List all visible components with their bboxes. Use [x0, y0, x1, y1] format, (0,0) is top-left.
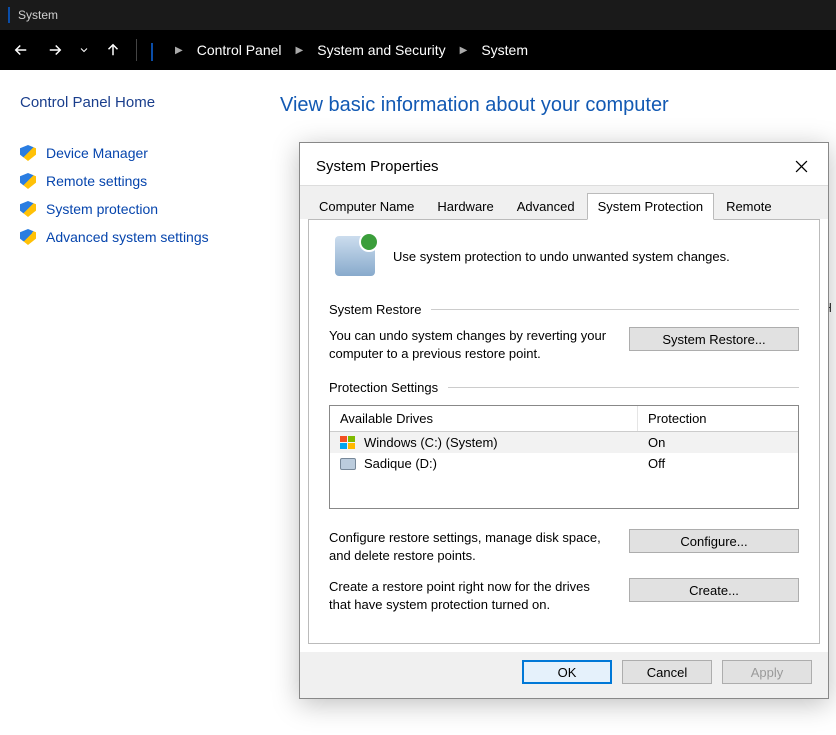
shield-icon [20, 173, 36, 189]
restore-description: You can undo system changes by reverting… [329, 327, 611, 362]
column-header-drives[interactable]: Available Drives [330, 406, 638, 431]
dialog-title: System Properties [316, 158, 439, 175]
drives-table[interactable]: Available Drives Protection Windows (C:)… [329, 405, 799, 509]
breadcrumb-computer-icon [151, 44, 167, 57]
sidebar-item-device-manager[interactable]: Device Manager [16, 139, 244, 167]
system-properties-dialog: System Properties Computer Name Hardware… [299, 142, 829, 699]
sidebar-item-label: Advanced system settings [46, 229, 209, 245]
sidebar-item-label: Remote settings [46, 173, 147, 189]
tab-system-protection[interactable]: System Protection [587, 193, 715, 220]
table-empty-space [330, 474, 798, 508]
nav-up-button[interactable] [98, 35, 128, 65]
control-panel-home-link[interactable]: Control Panel Home [16, 94, 244, 111]
tab-advanced[interactable]: Advanced [506, 193, 586, 219]
ok-button[interactable]: OK [522, 660, 612, 684]
drives-table-header: Available Drives Protection [330, 406, 798, 432]
dialog-titlebar[interactable]: System Properties [300, 143, 828, 185]
breadcrumb-item[interactable]: System [475, 38, 534, 62]
sidebar-item-remote-settings[interactable]: Remote settings [16, 167, 244, 195]
shield-icon [20, 201, 36, 217]
drive-name: Windows (C:) (System) [364, 435, 498, 450]
explorer-navbar: ▶ Control Panel ▶ System and Security ▶ … [0, 30, 836, 70]
divider [448, 387, 799, 388]
chevron-right-icon[interactable]: ▶ [173, 45, 185, 56]
sidebar-item-label: System protection [46, 201, 158, 217]
table-row[interactable]: Sadique (D:) Off [330, 453, 798, 474]
tab-computer-name[interactable]: Computer Name [308, 193, 425, 219]
nav-recent-dropdown[interactable] [74, 35, 94, 65]
breadcrumb-item[interactable]: System and Security [311, 38, 451, 62]
section-heading-label: Protection Settings [329, 380, 438, 395]
table-row[interactable]: Windows (C:) (System) On [330, 432, 798, 453]
create-description: Create a restore point right now for the… [329, 578, 611, 613]
page-title: View basic information about your comput… [280, 94, 816, 117]
windows-drive-icon [340, 436, 356, 450]
tab-hardware[interactable]: Hardware [426, 193, 504, 219]
system-protection-icon [335, 236, 375, 276]
column-header-protection[interactable]: Protection [638, 406, 798, 431]
nav-forward-button[interactable] [40, 35, 70, 65]
breadcrumb[interactable]: ▶ Control Panel ▶ System and Security ▶ … [145, 38, 534, 62]
sidebar-item-advanced-system-settings[interactable]: Advanced system settings [16, 223, 244, 251]
dialog-tabs: Computer Name Hardware Advanced System P… [300, 185, 828, 219]
nav-separator [136, 39, 137, 61]
tab-remote[interactable]: Remote [715, 193, 783, 219]
apply-button[interactable]: Apply [722, 660, 812, 684]
chevron-right-icon[interactable]: ▶ [458, 45, 470, 56]
divider [431, 309, 799, 310]
shield-icon [20, 145, 36, 161]
breadcrumb-item[interactable]: Control Panel [191, 38, 288, 62]
system-icon [8, 8, 10, 22]
create-restore-point-button[interactable]: Create... [629, 578, 799, 602]
configure-description: Configure restore settings, manage disk … [329, 529, 611, 564]
nav-back-button[interactable] [6, 35, 36, 65]
hard-drive-icon [340, 458, 356, 470]
section-system-restore: System Restore You can undo system chang… [329, 302, 799, 362]
cancel-button[interactable]: Cancel [622, 660, 712, 684]
sidebar-item-label: Device Manager [46, 145, 148, 161]
dialog-button-row: OK Cancel Apply [300, 652, 828, 698]
intro-text: Use system protection to undo unwanted s… [393, 249, 730, 264]
chevron-right-icon[interactable]: ▶ [294, 45, 306, 56]
sidebar: Control Panel Home Device Manager Remote… [0, 70, 260, 735]
drive-protection-status: Off [638, 453, 798, 474]
drive-protection-status: On [638, 432, 798, 453]
drive-name: Sadique (D:) [364, 456, 437, 471]
system-restore-button[interactable]: System Restore... [629, 327, 799, 351]
shield-icon [20, 229, 36, 245]
intro-row: Use system protection to undo unwanted s… [329, 236, 799, 276]
sidebar-item-system-protection[interactable]: System protection [16, 195, 244, 223]
window-titlebar: System [0, 0, 836, 30]
section-protection-settings: Protection Settings Available Drives Pro… [329, 380, 799, 613]
section-heading-label: System Restore [329, 302, 421, 317]
tab-panel-system-protection: Use system protection to undo unwanted s… [308, 219, 820, 644]
window-title: System [18, 8, 58, 22]
close-button[interactable] [788, 153, 814, 179]
configure-button[interactable]: Configure... [629, 529, 799, 553]
